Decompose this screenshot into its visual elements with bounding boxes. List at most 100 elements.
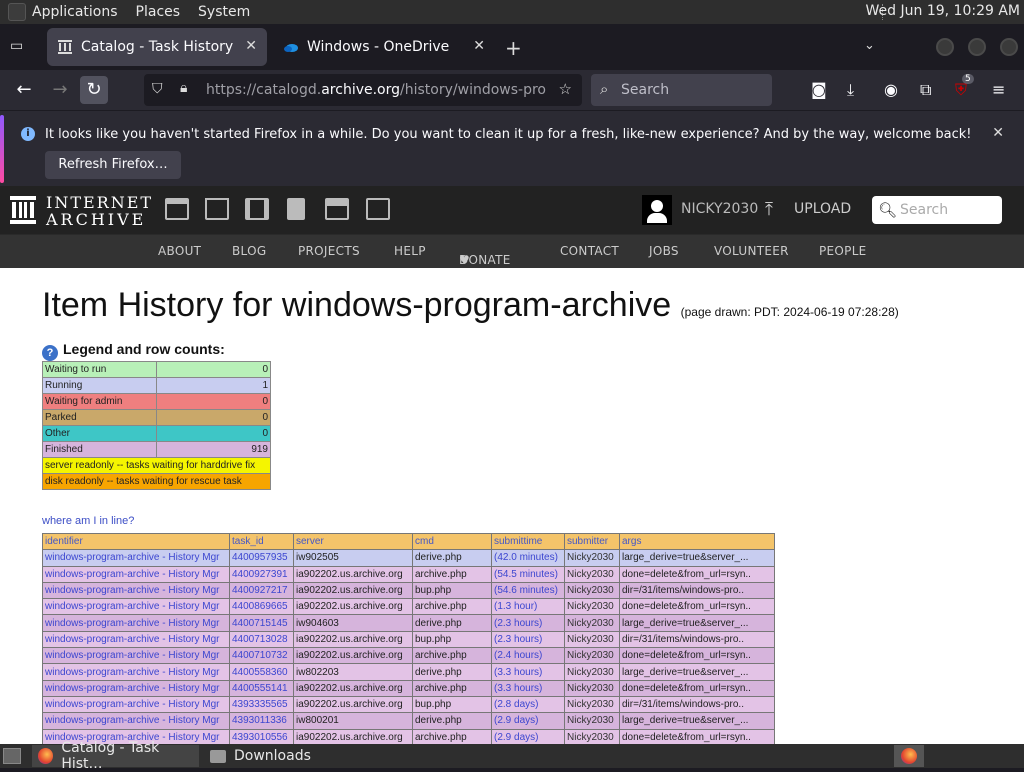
user-avatar[interactable] [642, 195, 672, 225]
forward-arrow-icon[interactable]: → [46, 76, 74, 104]
cell-identifier[interactable]: windows-program-archive - History Mgr [42, 581, 230, 600]
close-tab-icon[interactable]: ✕ [473, 38, 485, 54]
column-header-args[interactable]: args [619, 532, 775, 551]
column-header-identifier[interactable]: identifier [42, 532, 230, 551]
where-am-i-link[interactable]: where am I in line? [42, 515, 134, 527]
menu-places[interactable]: Places [136, 4, 181, 20]
nav-blog[interactable]: BLOG [232, 244, 266, 258]
cell-task-id[interactable]: 4400927391 [229, 565, 294, 583]
tab-title: Windows - OneDrive [307, 39, 450, 55]
cell-identifier[interactable]: windows-program-archive - History Mgr [42, 630, 230, 649]
ia-search-input[interactable]: 🔍︎ Search [872, 196, 1002, 224]
cell-task-id[interactable]: 4400558360 [229, 663, 294, 681]
column-header-server[interactable]: server [293, 532, 413, 551]
tab-catalog[interactable]: Catalog - Task History ✕ [47, 28, 267, 66]
cell-identifier[interactable]: windows-program-archive - History Mgr [42, 679, 230, 697]
images-icon[interactable] [366, 198, 390, 220]
column-header-submittime[interactable]: submittime [491, 532, 565, 551]
cell-args: done=delete&from_url=rsyn.. [619, 728, 775, 744]
cell-identifier[interactable]: windows-program-archive - History Mgr [42, 614, 230, 632]
refresh-firefox-button[interactable]: Refresh Firefox… [45, 151, 181, 179]
taskbar-item-firefox[interactable]: Catalog - Task Hist… [32, 740, 199, 772]
cell-submitter: Nicky2030 [564, 565, 620, 583]
cell-task-id[interactable]: 4393011336 [229, 712, 294, 730]
menu-applications[interactable]: Applications [32, 4, 118, 20]
tab-onedrive[interactable]: Windows - OneDrive ✕ [273, 28, 495, 66]
nav-volunteer[interactable]: VOLUNTEER [714, 244, 789, 258]
cell-task-id[interactable]: 4400555141 [229, 679, 294, 697]
cell-args: large_derive=true&server_... [619, 663, 775, 681]
cell-identifier[interactable]: windows-program-archive - History Mgr [42, 565, 230, 583]
tray-firefox-icon[interactable] [894, 745, 924, 767]
list-all-tabs-icon[interactable]: ⌄ [864, 38, 875, 53]
maximize-window-button[interactable] [968, 38, 986, 56]
software-icon[interactable] [325, 198, 349, 220]
account-icon[interactable]: ◉ [884, 80, 898, 99]
notification-message: It looks like you haven't started Firefo… [45, 127, 972, 142]
legend-label: Waiting for admin [42, 393, 157, 410]
upload-link[interactable]: UPLOAD [794, 201, 851, 217]
upload-arrow-icon[interactable]: ⤒ [765, 199, 773, 220]
column-header-cmd[interactable]: cmd [412, 532, 492, 551]
column-header-submitter[interactable]: submitter [564, 532, 620, 551]
taskbar-item-downloads[interactable]: Downloads [204, 745, 311, 767]
table-row: windows-program-archive - History Mgr 440… [42, 630, 775, 649]
video-icon[interactable] [245, 198, 269, 220]
help-question-icon[interactable]: ? [42, 345, 58, 361]
cell-task-id[interactable]: 4400710732 [229, 647, 294, 665]
shield-icon[interactable]: ⛉ [152, 81, 163, 97]
close-notification-icon[interactable]: ✕ [992, 125, 1004, 141]
cell-identifier[interactable]: windows-program-archive - History Mgr [42, 695, 230, 714]
cell-task-id[interactable]: 4400957935 [229, 549, 294, 567]
nav-help[interactable]: HELP [394, 244, 426, 258]
legend-count: 0 [156, 361, 271, 378]
legend-heading-text: Legend and row counts: [63, 341, 225, 357]
back-arrow-icon[interactable]: ← [10, 76, 38, 104]
gnome-foot-icon[interactable] [8, 3, 26, 21]
new-tab-icon[interactable]: + [505, 36, 522, 60]
texts-icon[interactable] [205, 198, 229, 220]
web-icon[interactable] [165, 198, 189, 220]
cell-server: ia902202.us.archive.org [293, 581, 413, 600]
downloads-icon[interactable]: ⤓ [847, 80, 854, 100]
cell-task-id[interactable]: 4400869665 [229, 598, 294, 616]
table-row: windows-program-archive - History Mgr 439… [42, 712, 775, 730]
firefox-view-icon[interactable]: ▭ [10, 38, 28, 56]
cell-identifier[interactable]: windows-program-archive - History Mgr [42, 549, 230, 567]
cell-identifier[interactable]: windows-program-archive - History Mgr [42, 712, 230, 730]
extensions-icon[interactable]: ⧉ [920, 80, 931, 100]
legend-table: Waiting to run 0 Running 1 Waiting for admin… [42, 361, 271, 490]
cell-task-id[interactable]: 4400713028 [229, 630, 294, 649]
audio-icon[interactable] [287, 198, 305, 220]
cell-identifier[interactable]: windows-program-archive - History Mgr [42, 598, 230, 616]
logo-line-2: ARCHIVE [46, 210, 147, 229]
cell-identifier[interactable]: windows-program-archive - History Mgr [42, 647, 230, 665]
menu-system[interactable]: System [198, 4, 250, 20]
cell-identifier[interactable]: windows-program-archive - History Mgr [42, 663, 230, 681]
pocket-icon[interactable]: ◙ [811, 80, 827, 99]
minimize-window-button[interactable] [936, 38, 954, 56]
url-text[interactable]: https://catalogd.archive.org/history/win… [206, 82, 546, 98]
search-bar[interactable]: ⌕ Search [591, 74, 772, 106]
nav-projects[interactable]: PROJECTS [298, 244, 360, 258]
reload-icon[interactable]: ↻ [80, 76, 108, 104]
username[interactable]: NICKY2030 [681, 201, 758, 217]
cell-task-id[interactable]: 4393010556 [229, 728, 294, 744]
hamburger-menu-icon[interactable]: ≡ [992, 80, 1005, 99]
column-header-task_id[interactable]: task_id [229, 532, 294, 551]
nav-about[interactable]: ABOUT [158, 244, 201, 258]
close-window-button[interactable] [1000, 38, 1018, 56]
cell-task-id[interactable]: 4400715145 [229, 614, 294, 632]
bookmark-star-icon[interactable]: ☆ [559, 80, 572, 98]
cell-task-id[interactable]: 4400927217 [229, 581, 294, 600]
nav-jobs[interactable]: JOBS [649, 244, 679, 258]
nav-contact[interactable]: CONTACT [560, 244, 619, 258]
lock-icon[interactable]: 🔒︎ [180, 80, 187, 96]
clock[interactable]: Wed Jun 19, 10:29 AM [866, 3, 1020, 19]
nav-people[interactable]: PEOPLE [819, 244, 867, 258]
cell-task-id[interactable]: 4393335565 [229, 695, 294, 714]
legend-label: Running [42, 377, 157, 394]
show-desktop-icon[interactable] [3, 748, 21, 764]
url-bar[interactable]: ⛉ 🔒︎ https://catalogd.archive.org/histor… [144, 74, 582, 106]
close-tab-icon[interactable]: ✕ [245, 38, 257, 54]
